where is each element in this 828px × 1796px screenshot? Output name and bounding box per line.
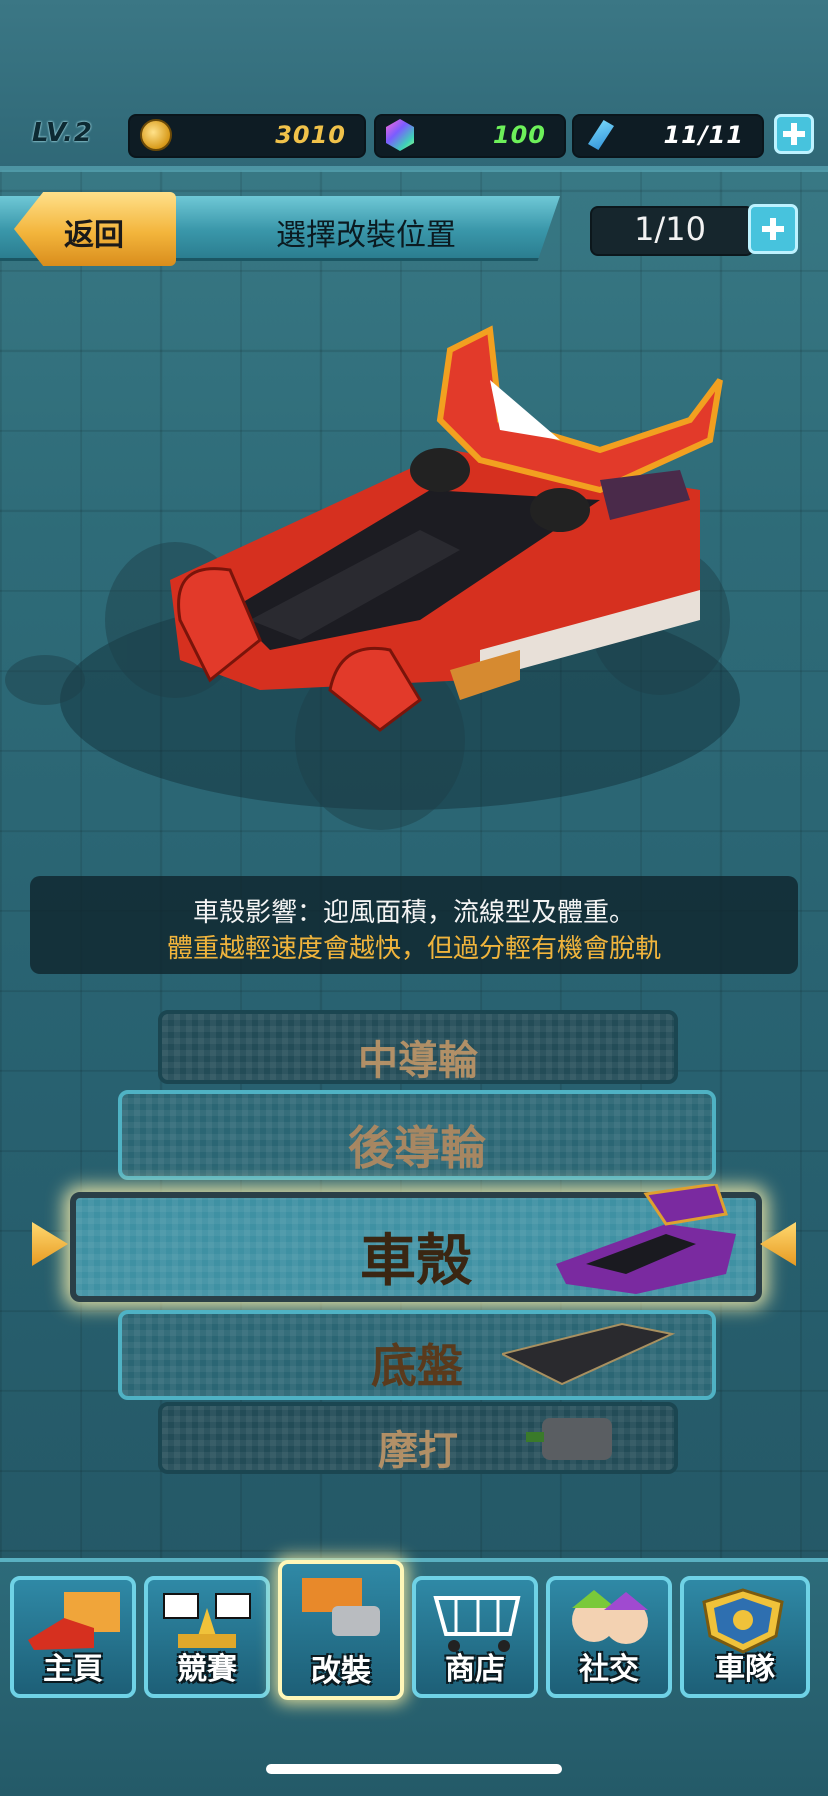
nav-home-button[interactable]: 主頁 — [10, 1576, 136, 1698]
part-option-mid-guide-roller[interactable]: 中導輪 — [158, 1010, 678, 1084]
add-energy-button[interactable] — [774, 114, 814, 154]
coin-counter: 3010 — [128, 114, 366, 158]
part-info-warning: 體重越輕速度會越快，但過分輕有機會脫軌 — [166, 934, 661, 964]
gem-value: 100 — [492, 121, 546, 149]
nav-modify-button[interactable]: 改裝 — [278, 1560, 404, 1700]
nav-label: 商店 — [445, 1652, 505, 1687]
home-indicator[interactable] — [266, 1764, 562, 1774]
nav-label: 車隊 — [715, 1652, 775, 1687]
nav-label: 社交 — [579, 1652, 639, 1687]
modify-counter-value: 1/10 — [634, 210, 706, 248]
nav-team-button[interactable]: 車隊 — [680, 1576, 810, 1698]
nav-label: 改裝 — [311, 1654, 371, 1689]
chassis-icon — [502, 1322, 676, 1386]
nav-label: 競賽 — [177, 1652, 237, 1687]
nav-social-button[interactable]: 社交 — [546, 1576, 672, 1698]
part-option-motor[interactable]: 摩打 — [158, 1402, 678, 1474]
modify-box-icon — [302, 1578, 380, 1636]
part-option-label: 後導輪 — [348, 1121, 486, 1175]
gem-icon — [386, 119, 414, 151]
nav-race-button[interactable]: 競賽 — [144, 1576, 270, 1698]
coin-icon — [140, 119, 172, 151]
gem-counter: 100 — [374, 114, 566, 158]
part-scroll-prev-arrow[interactable] — [32, 1222, 68, 1266]
body-shell-icon — [556, 1184, 736, 1294]
motor-icon — [526, 1418, 612, 1460]
part-scroll-next-arrow[interactable] — [760, 1222, 796, 1266]
energy-value: 11/11 — [663, 121, 744, 149]
car-preview — [5, 325, 740, 830]
coin-value: 3010 — [275, 121, 346, 149]
part-option-body-shell[interactable]: 車殼 — [70, 1184, 762, 1302]
part-option-chassis[interactable]: 底盤 — [118, 1310, 716, 1400]
player-level: LV.2 — [32, 118, 94, 148]
nav-shop-button[interactable]: 商店 — [412, 1576, 538, 1698]
back-button-label[interactable]: 返回 — [64, 210, 124, 254]
part-option-label: 中導輪 — [358, 1038, 478, 1084]
part-info-description: 車殼影響：迎風面積，流線型及體重。 — [192, 898, 635, 928]
energy-icon — [588, 120, 614, 150]
part-option-rear-guide-roller[interactable]: 後導輪 — [118, 1090, 716, 1180]
energy-counter: 11/11 — [572, 114, 764, 158]
hud-divider — [0, 166, 828, 172]
add-modify-slot-button[interactable] — [748, 204, 798, 254]
page-title: 選擇改裝位置 — [276, 218, 456, 253]
nav-label: 主頁 — [43, 1652, 103, 1687]
